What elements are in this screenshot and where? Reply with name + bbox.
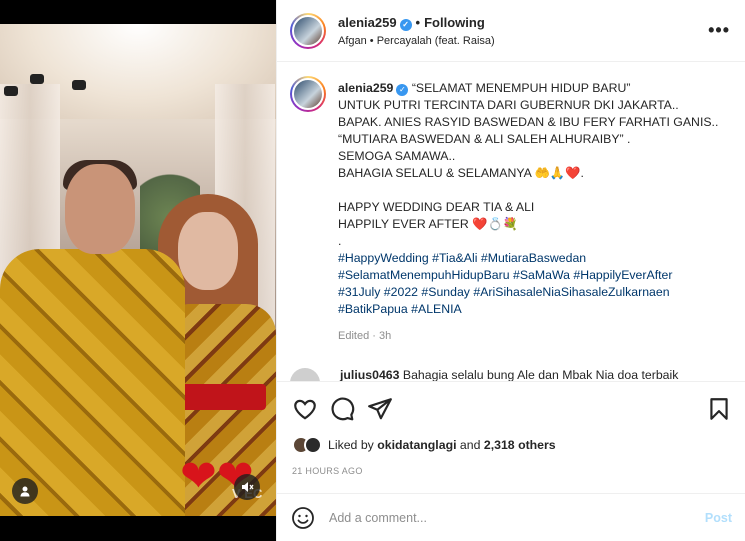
comment-text: Bahagia selalu bung Ale dan Mbak Nia doa… xyxy=(402,368,679,381)
speaker-muted-icon[interactable] xyxy=(234,474,260,500)
audio-link[interactable]: Afgan • Percayalah (feat. Raisa) xyxy=(338,35,495,47)
likes-count[interactable]: 2,318 others xyxy=(484,438,556,452)
add-comment-bar: Post xyxy=(277,493,745,541)
verified-badge-icon: ✓ xyxy=(396,83,409,96)
caption-area: alenia259 ✓ “SELAMAT MENEMPUH HIDUP BARU”… xyxy=(277,63,745,381)
hashtag-line[interactable]: #31July #2022 #Sunday #AriSihasaleNiaSih… xyxy=(338,284,728,301)
hashtag-line[interactable]: #SelamatMenempuhHidupBaru #SaMaWa #Happi… xyxy=(338,267,728,284)
user-tag-icon[interactable] xyxy=(12,478,38,504)
caption-line xyxy=(338,182,728,199)
post-media[interactable]: ❤❤ V EC xyxy=(0,0,276,541)
comment-item: julius0463 Bahagia selalu bung Ale dan M… xyxy=(290,368,678,381)
caption-line: “SELAMAT MENEMPUH HIDUP BARU” xyxy=(411,81,631,95)
post-timestamp[interactable]: 21 HOURS AGO xyxy=(292,466,363,476)
man-figure xyxy=(0,160,185,516)
likes-and: and xyxy=(459,438,481,452)
stage-light xyxy=(30,74,44,84)
caption-username[interactable]: alenia259 xyxy=(338,81,393,95)
hashtag-line[interactable]: #BatikPapua #ALENIA xyxy=(338,301,728,318)
post-header: alenia259 ✓ • Following Afgan • Percayalah … xyxy=(277,0,745,62)
avatar[interactable] xyxy=(290,368,320,381)
stage-light xyxy=(4,86,18,96)
separator-dot: • xyxy=(415,15,421,30)
liker-username[interactable]: okidatanglagi xyxy=(377,438,456,452)
avatar[interactable] xyxy=(290,76,326,112)
edited-timestamp: Edited · 3h xyxy=(338,330,392,342)
caption-line: UNTUK PUTRI TERCINTA DARI GUBERNUR DKI J… xyxy=(338,98,679,112)
header-user-row: alenia259 ✓ • Following xyxy=(338,15,485,31)
caption-text: alenia259 ✓ “SELAMAT MENEMPUH HIDUP BARU”… xyxy=(338,80,728,345)
post-panel: alenia259 ✓ • Following Afgan • Percayalah … xyxy=(276,0,745,541)
stage-light xyxy=(72,80,86,90)
heart-icon[interactable] xyxy=(292,396,318,422)
emoji-icon[interactable] xyxy=(291,506,315,530)
likes-prefix: Liked by xyxy=(328,438,374,452)
more-horizontal-icon[interactable]: ••• xyxy=(708,20,730,41)
username-link[interactable]: alenia259 xyxy=(338,15,397,30)
caption-line: . xyxy=(338,234,342,248)
avatar[interactable] xyxy=(304,436,322,454)
share-icon[interactable] xyxy=(367,396,393,422)
comment-input[interactable] xyxy=(329,507,689,529)
hashtag-line[interactable]: #HappyWedding #Tia&Ali #MutiaraBaswedan xyxy=(338,250,728,267)
likes-summary: Liked by okidatanglagi and 2,318 others xyxy=(292,436,556,454)
caption-line: “MUTIARA BASWEDAN & ALI SALEH ALHURAIBY”… xyxy=(338,132,631,146)
caption-line: BAPAK. ANIES RASYID BASWEDAN & IBU FERY … xyxy=(338,115,719,129)
following-button[interactable]: Following xyxy=(424,15,485,30)
comment-username[interactable]: julius0463 xyxy=(340,368,399,381)
action-bar xyxy=(277,381,745,431)
post-photo xyxy=(0,24,276,516)
caption-line: BAHAGIA SELALU & SELAMANYA 🤲🙏❤️. xyxy=(338,166,584,180)
caption-line: HAPPY WEDDING DEAR TIA & ALI xyxy=(338,200,535,214)
avatar[interactable] xyxy=(290,13,326,49)
caption-line: HAPPILY EVER AFTER ❤️💍💐 xyxy=(338,217,519,231)
verified-badge-icon: ✓ xyxy=(399,18,412,31)
caption-line: SEMOGA SAMAWA.. xyxy=(338,149,456,163)
post-button[interactable]: Post xyxy=(705,511,732,525)
comment-icon[interactable] xyxy=(329,396,355,422)
bookmark-icon[interactable] xyxy=(706,396,732,422)
